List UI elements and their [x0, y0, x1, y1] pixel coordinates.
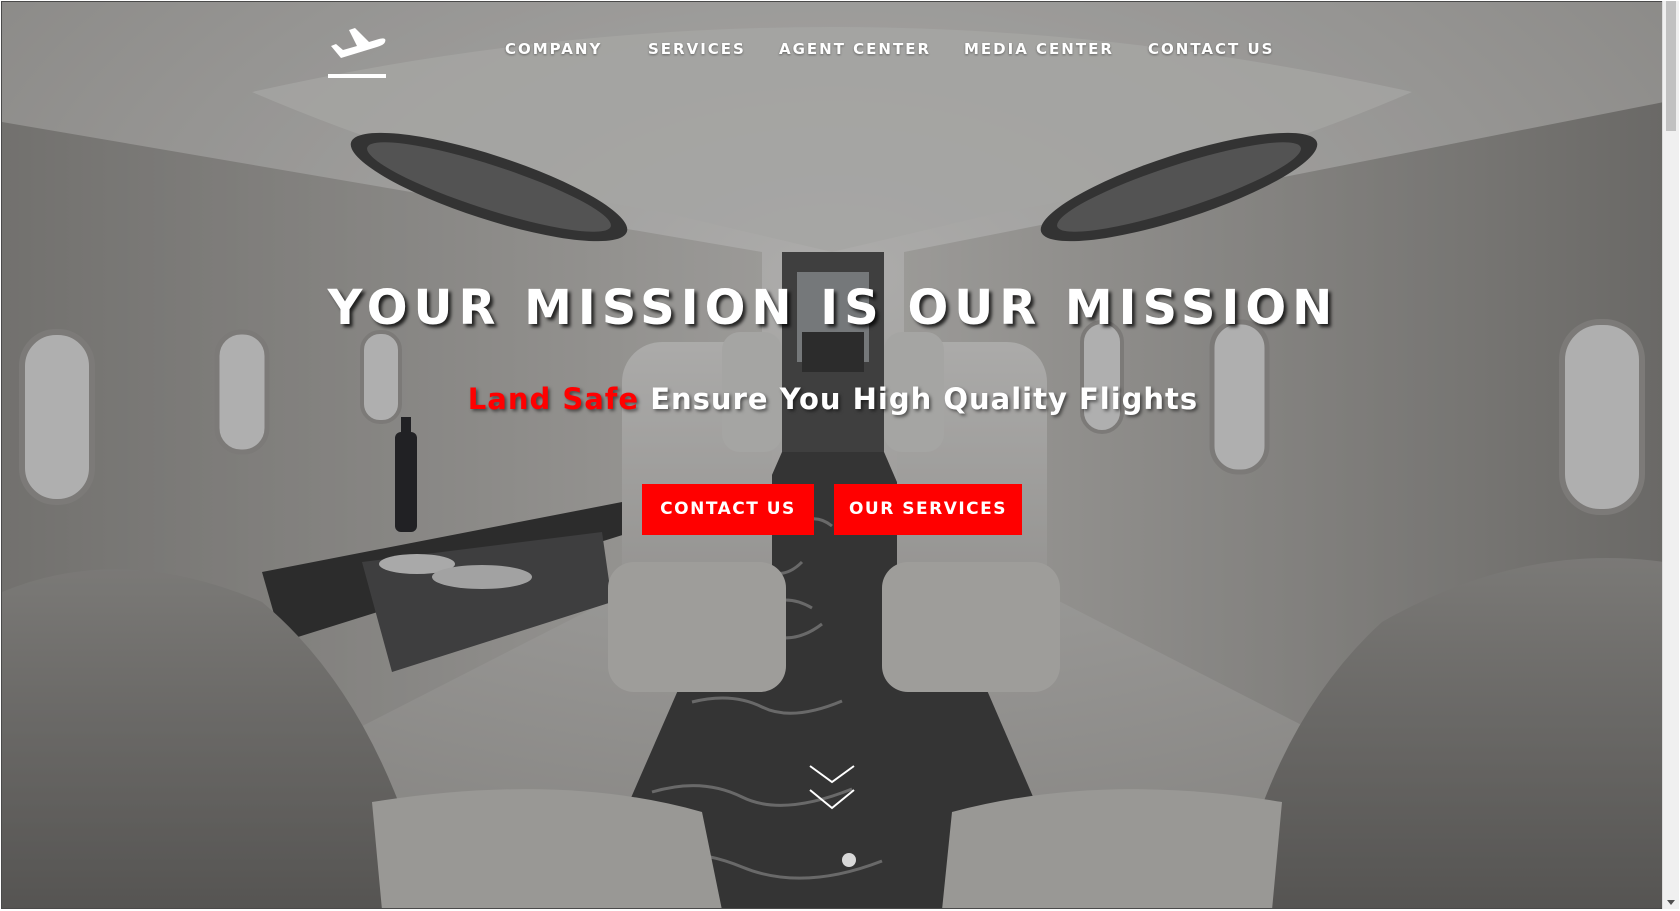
brand-name: Land Safe	[467, 382, 640, 416]
nav-item-agent-center[interactable]: AGENT CENTER	[779, 40, 931, 58]
hero-section: COMPANY SERVICES AGENT CENTER MEDIA CENT…	[2, 2, 1662, 908]
nav-item-contact-us[interactable]: CONTACT US	[1148, 40, 1274, 58]
our-services-button[interactable]: OUR SERVICES	[834, 484, 1022, 535]
hero-subheadline: Land Safe Ensure You High Quality Flight…	[2, 382, 1662, 416]
double-chevron-down-icon[interactable]	[808, 764, 856, 814]
browser-viewport: COMPANY SERVICES AGENT CENTER MEDIA CENT…	[1, 1, 1663, 909]
main-navigation: COMPANY SERVICES AGENT CENTER MEDIA CENT…	[2, 40, 1662, 64]
contact-us-button[interactable]: CONTACT US	[642, 484, 814, 535]
hero-tagline: Ensure You High Quality Flights	[650, 382, 1199, 416]
scrollbar-thumb[interactable]	[1666, 1, 1676, 131]
nav-item-media-center[interactable]: MEDIA CENTER	[964, 40, 1114, 58]
nav-item-services[interactable]: SERVICES	[648, 40, 746, 58]
scroll-down-arrow-icon[interactable]	[1667, 900, 1675, 905]
nav-item-company[interactable]: COMPANY	[505, 40, 602, 58]
hero-headline: YOUR MISSION IS OUR MISSION	[327, 280, 1339, 336]
page-scrollbar[interactable]	[1662, 1, 1679, 909]
slide-indicator-dot[interactable]	[842, 853, 856, 867]
